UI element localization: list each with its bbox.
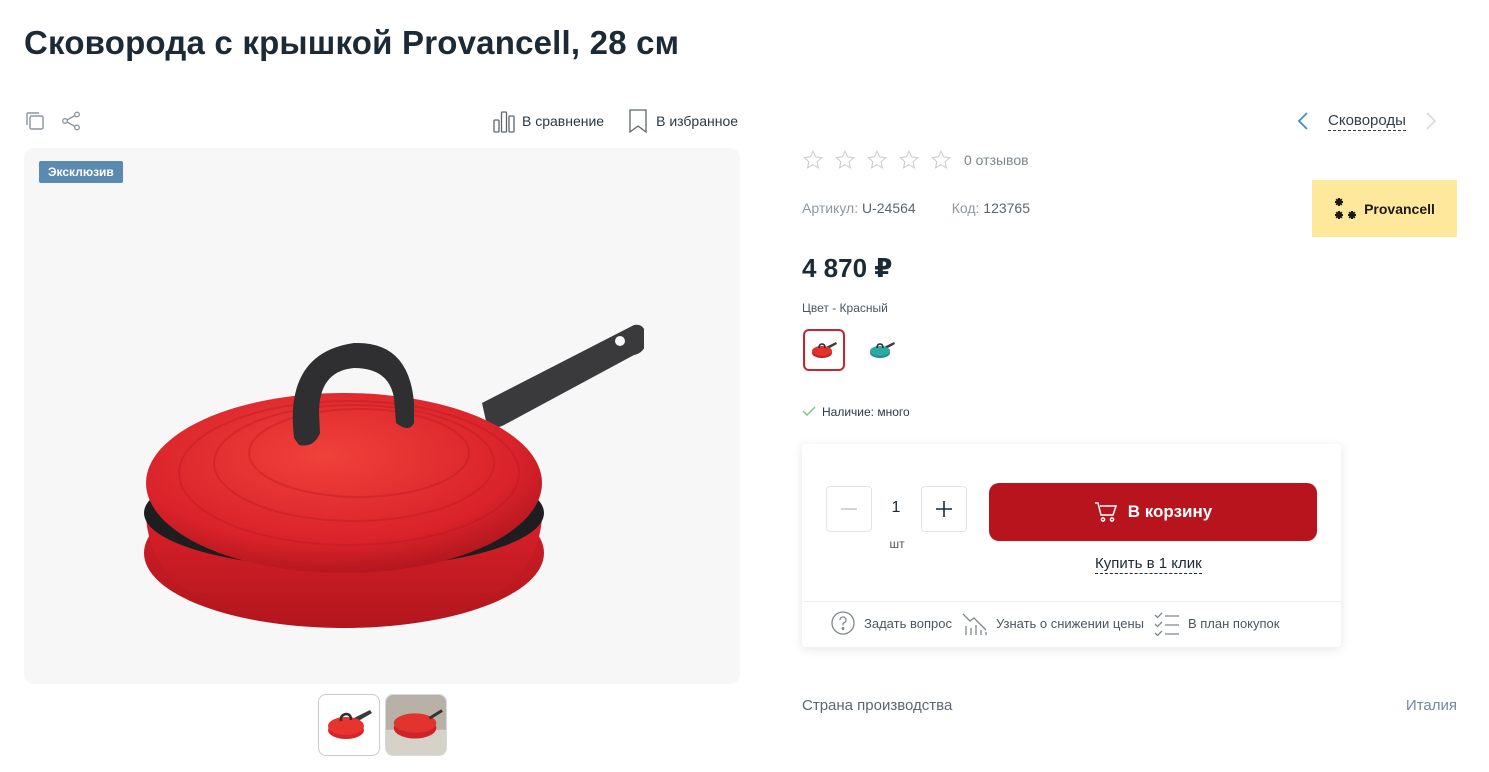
check-icon xyxy=(802,406,816,416)
card-actions: Задать вопрос Узнать о снижении цены В п… xyxy=(830,610,1279,636)
add-to-cart-button[interactable]: В корзину xyxy=(989,483,1317,541)
quantity-increase-button[interactable] xyxy=(921,486,967,532)
rating[interactable]: 0 отзывов xyxy=(802,149,1029,171)
product-price: 4 870 ₽ xyxy=(802,253,893,283)
code: Код: 123765 xyxy=(952,200,1030,216)
price-drop-chart-icon xyxy=(962,613,987,635)
quantity-input[interactable]: 1 xyxy=(880,499,912,517)
bookmark-icon xyxy=(629,109,647,134)
stock-label: Наличие: много xyxy=(822,405,910,419)
favorite-label: В избранное xyxy=(656,113,739,129)
spec-country-label: Страна производства xyxy=(802,697,953,714)
plus-icon xyxy=(936,501,952,517)
article-label: Артикул: xyxy=(802,200,859,216)
pan-thumbnail-icon xyxy=(328,710,372,739)
share-icon[interactable] xyxy=(60,110,82,132)
category-link[interactable]: Сковороды xyxy=(1328,112,1406,131)
price-drop-label: Узнать о снижении цены xyxy=(995,615,1144,631)
code-label: Код: xyxy=(951,200,980,216)
spec-country-value[interactable]: Италия xyxy=(1406,697,1457,714)
color-label: Цвет - Красный xyxy=(802,301,888,315)
ask-question-button[interactable]: Задать вопрос xyxy=(830,610,952,636)
brand-logo[interactable]: Provancell xyxy=(1312,180,1457,237)
add-to-cart-label: В корзину xyxy=(1127,502,1213,521)
page-title: Сковорода с крышкой Provancell, 28 см xyxy=(24,24,680,61)
toolbar-left xyxy=(24,110,82,132)
exclusive-badge: Эксклюзив xyxy=(39,161,123,183)
question-icon xyxy=(831,611,855,635)
purchase-plan-label: В план покупок xyxy=(1187,615,1280,631)
cart-icon xyxy=(1094,502,1117,522)
brand-name: Provancell xyxy=(1364,200,1435,217)
quantity-unit: шт xyxy=(889,537,905,551)
purchase-plan-button[interactable]: В план покупок xyxy=(1154,610,1280,636)
chevron-left-icon[interactable] xyxy=(1296,110,1312,132)
copy-icon[interactable] xyxy=(24,110,46,132)
compare-label: В сравнение xyxy=(522,113,605,129)
code-value: 123765 xyxy=(983,200,1030,216)
article: Артикул: U-24564 xyxy=(802,200,916,216)
ask-question-label: Задать вопрос xyxy=(864,615,952,631)
color-swatches xyxy=(803,329,903,371)
pan-lifestyle-thumbnail-icon xyxy=(386,695,446,755)
buy-one-click-link[interactable]: Купить в 1 клик xyxy=(1095,555,1202,574)
stock-status: Наличие: много xyxy=(802,405,910,419)
buy-card: 1 шт В корзину Купить в 1 клик Задать во… xyxy=(802,444,1341,647)
reviews-count[interactable]: 0 отзывов xyxy=(964,152,1029,168)
thumbnail-1[interactable] xyxy=(318,694,380,756)
product-image xyxy=(144,324,644,628)
chevron-right-icon[interactable] xyxy=(1422,110,1438,132)
color-swatch-red[interactable] xyxy=(803,329,845,371)
quantity-decrease-button[interactable] xyxy=(826,486,872,532)
article-value: U-24564 xyxy=(861,200,916,216)
toolbar-actions: В сравнение В избранное xyxy=(492,108,738,134)
star-icon xyxy=(899,149,919,169)
brand-mark-icon xyxy=(1335,197,1357,219)
product-gallery[interactable]: Эксклюзив xyxy=(24,148,740,684)
product-meta: Артикул: U-24564 Код: 123765 xyxy=(802,200,1030,216)
thumbnail-list xyxy=(318,694,447,756)
compare-button[interactable]: В сравнение xyxy=(492,108,604,134)
star-icon xyxy=(867,149,887,169)
favorite-button[interactable]: В избранное xyxy=(626,108,738,134)
star-icon xyxy=(835,149,855,169)
divider xyxy=(802,601,1341,602)
thumbnail-2[interactable] xyxy=(385,694,447,756)
price-drop-button[interactable]: Узнать о снижении цены xyxy=(962,610,1144,636)
compare-bars-icon xyxy=(493,111,515,133)
red-pan-icon xyxy=(812,342,837,358)
minus-icon xyxy=(841,508,857,510)
color-swatch-teal[interactable] xyxy=(861,329,903,371)
category-nav: Сковороды xyxy=(1296,110,1438,132)
checklist-icon xyxy=(1154,612,1179,636)
teal-pan-icon xyxy=(870,342,895,358)
star-icon xyxy=(931,149,951,169)
star-icon xyxy=(803,149,823,169)
